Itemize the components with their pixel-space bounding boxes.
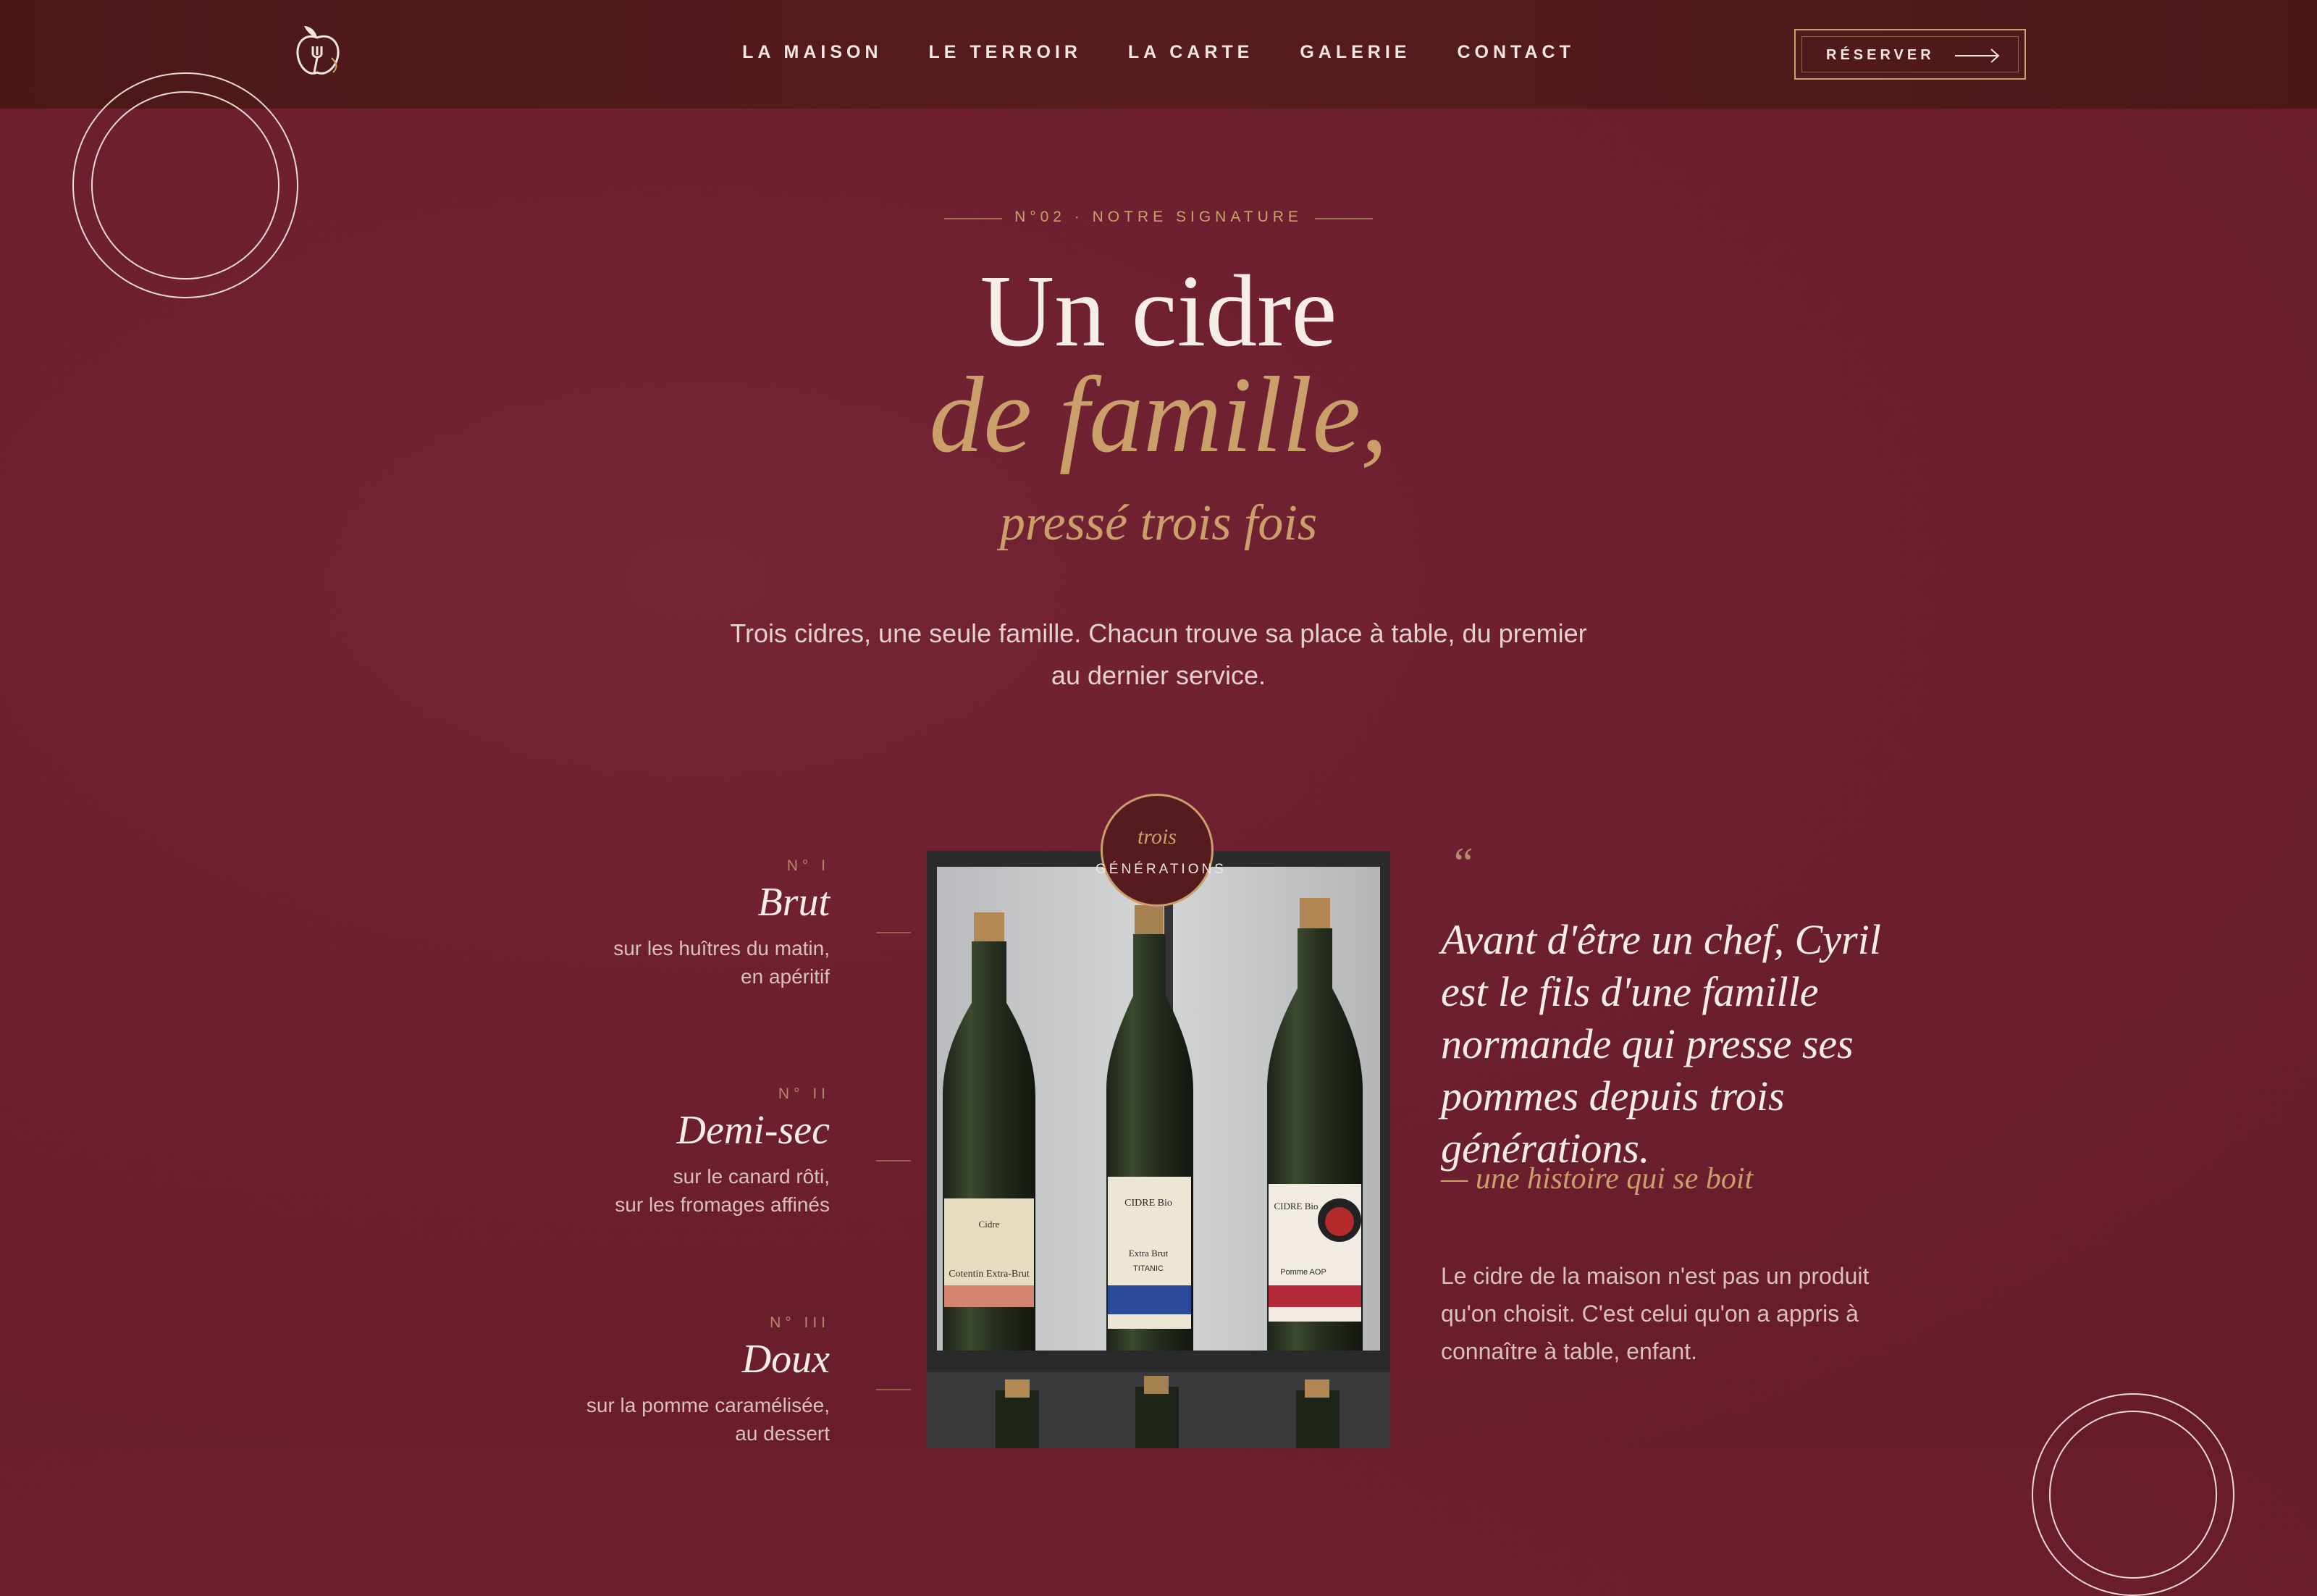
cider-desc-line: en apéritif xyxy=(741,965,830,988)
cider-desc-line: sur les huîtres du matin, xyxy=(613,936,830,959)
cider-description: sur la pomme caramélisée, au dessert xyxy=(453,1391,830,1448)
cider-desc-line: sur le canard rôti, xyxy=(673,1164,830,1188)
badge-top-text: trois xyxy=(1138,825,1177,849)
cider-name: Brut xyxy=(757,880,830,925)
cider-number: N° I xyxy=(786,857,830,874)
nav-la-carte[interactable]: LA CARTE xyxy=(1128,42,1253,63)
reserve-button-label: RÉSERVER xyxy=(1826,47,1935,63)
bottle-1-label-top: Cidre xyxy=(979,1219,1000,1230)
bottle-3-label-main: Pomme AOP xyxy=(1280,1268,1326,1277)
quote-text: Avant d'être un chef, Cyril est le fils … xyxy=(1441,916,1881,1172)
eyebrow-rule-right xyxy=(1315,218,1373,219)
bottle-3-label-top: CIDRE Bio xyxy=(1274,1201,1318,1211)
cider-tick xyxy=(876,932,911,933)
quote-signature: — une histoire qui se boit xyxy=(1441,1162,1754,1196)
nav-la-maison[interactable]: LA MAISON xyxy=(742,42,882,63)
badge-bottom-text: GÉNÉRATIONS xyxy=(1096,862,1227,877)
cider-number: N° III xyxy=(770,1314,830,1331)
reserve-button[interactable]: RÉSERVER xyxy=(1794,29,2026,80)
cider-item-doux: N° III Doux sur la pomme caramélisée, au… xyxy=(453,1314,830,1448)
bottle-shelf-illustration: Cidre Cotentin Extra-Brut CIDRE Bio Extr… xyxy=(927,851,1390,1448)
decorative-ring-bottom-inner xyxy=(2049,1411,2217,1579)
nav-le-terroir[interactable]: LE TERROIR xyxy=(929,42,1082,63)
hero-title-line3: pressé trois fois xyxy=(999,495,1318,551)
hero-title-line2: de famille, xyxy=(929,355,1388,475)
cider-tick xyxy=(876,1160,911,1162)
bottle-1-label-main: Cotentin Extra-Brut xyxy=(949,1269,1030,1280)
bottle-2-label-main: Extra Brut xyxy=(1129,1248,1169,1259)
bottle-2-label-top: CIDRE Bio xyxy=(1124,1198,1172,1209)
cider-name: Doux xyxy=(741,1337,830,1382)
cider-desc-line: au dessert xyxy=(735,1421,830,1445)
cider-bottles-photo: Cidre Cotentin Extra-Brut CIDRE Bio Extr… xyxy=(927,851,1390,1448)
decorative-ring-inner xyxy=(91,91,279,280)
nav-contact[interactable]: CONTACT xyxy=(1457,42,1574,63)
cider-name: Demi-sec xyxy=(676,1108,830,1153)
cider-number: N° II xyxy=(778,1085,830,1102)
cider-item-demi-sec: N° II Demi-sec sur le canard rôti, sur l… xyxy=(453,1085,830,1219)
hero-title-line1: Un cidre xyxy=(980,253,1337,368)
generations-badge: trois GÉNÉRATIONS xyxy=(1096,794,1224,907)
section-eyebrow: N°02 · NOTRE SIGNATURE xyxy=(1014,209,1303,225)
quote-body: Le cidre de la maison n'est pas un produ… xyxy=(1441,1263,1870,1364)
arrow-right-icon xyxy=(1955,49,2000,63)
nav-galerie[interactable]: GALERIE xyxy=(1300,42,1410,63)
cider-item-brut: N° I Brut sur les huîtres du matin, en a… xyxy=(453,857,830,991)
quote-mark-icon: “ xyxy=(1454,839,1473,887)
cider-tick xyxy=(876,1389,911,1390)
header-bar: LA MAISON LE TERROIR LA CARTE GALERIE CO… xyxy=(0,0,2317,109)
cider-desc-line: sur les fromages affinés xyxy=(615,1193,830,1216)
cider-description: sur le canard rôti, sur les fromages aff… xyxy=(453,1162,830,1219)
bottle-2-label-brand: TITANIC xyxy=(1133,1264,1164,1273)
hero-intro: Trois cidres, une seule famille. Chacun … xyxy=(730,618,1587,690)
cider-description: sur les huîtres du matin, en apéritif xyxy=(453,934,830,991)
cider-desc-line: sur la pomme caramélisée, xyxy=(586,1393,830,1416)
